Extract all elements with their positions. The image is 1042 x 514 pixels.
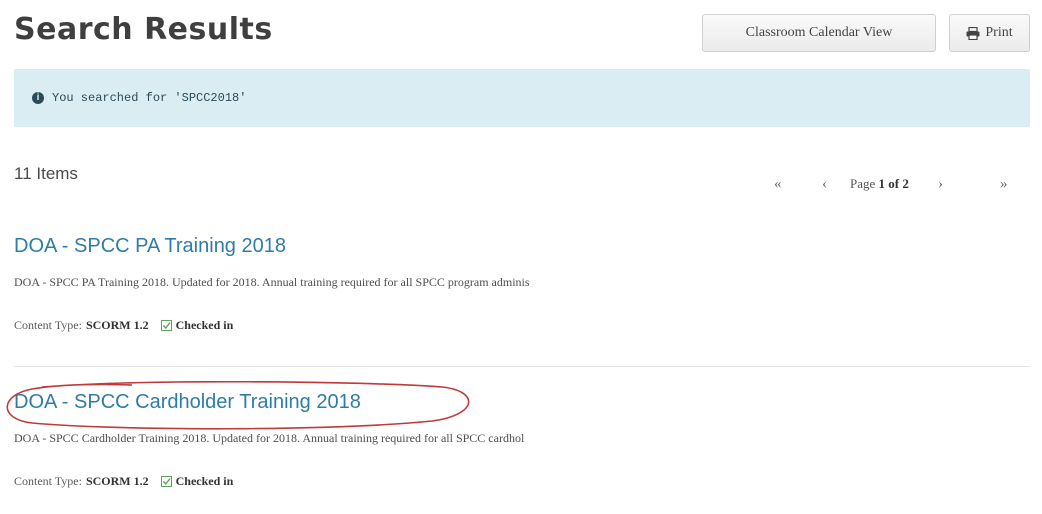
result-meta: Content Type: SCORM 1.2 Checked in — [14, 318, 233, 333]
result-meta: Content Type: SCORM 1.2 Checked in — [14, 474, 233, 489]
search-info-alert: i You searched for 'SPCC2018' — [14, 69, 1030, 127]
info-circle-icon: i — [32, 92, 44, 104]
printer-icon — [966, 26, 980, 40]
status-text: Checked in — [175, 318, 234, 332]
alert-text: You searched for 'SPCC2018' — [52, 91, 247, 105]
last-page-button[interactable]: » — [1000, 176, 1008, 193]
classroom-calendar-view-button[interactable]: Classroom Calendar View — [702, 14, 936, 52]
next-page-button[interactable]: › — [938, 176, 943, 193]
print-button-label: Print — [985, 25, 1013, 40]
content-type-label: Content Type: — [14, 474, 82, 488]
search-results-page: Search Results Classroom Calendar View P… — [0, 0, 1042, 514]
checkbox-checked-icon — [160, 320, 172, 331]
page-indicator-current: 1 of 2 — [878, 176, 909, 191]
results-count: 11 Items — [14, 164, 78, 183]
page-indicator: Page 1 of 2 — [850, 176, 909, 192]
result-description: DOA - SPCC PA Training 2018. Updated for… — [14, 275, 530, 289]
print-button[interactable]: Print — [949, 14, 1030, 52]
content-type-label: Content Type: — [14, 318, 82, 332]
page-title: Search Results — [14, 12, 273, 47]
result-divider — [14, 366, 1030, 367]
content-type-value: SCORM 1.2 — [85, 474, 149, 488]
result-title-link[interactable]: DOA - SPCC Cardholder Training 2018 — [14, 391, 361, 414]
content-type-value: SCORM 1.2 — [85, 318, 149, 332]
result-title-link[interactable]: DOA - SPCC PA Training 2018 — [14, 235, 286, 258]
page-indicator-prefix: Page — [850, 176, 879, 191]
result-description: DOA - SPCC Cardholder Training 2018. Upd… — [14, 431, 525, 445]
checkbox-checked-icon — [160, 476, 172, 487]
status-text: Checked in — [175, 474, 234, 488]
pagination: « ‹ Page 1 of 2 › » — [770, 176, 1030, 196]
first-page-button[interactable]: « — [774, 176, 782, 193]
calendar-button-label: Classroom Calendar View — [745, 25, 893, 40]
previous-page-button[interactable]: ‹ — [822, 176, 827, 193]
